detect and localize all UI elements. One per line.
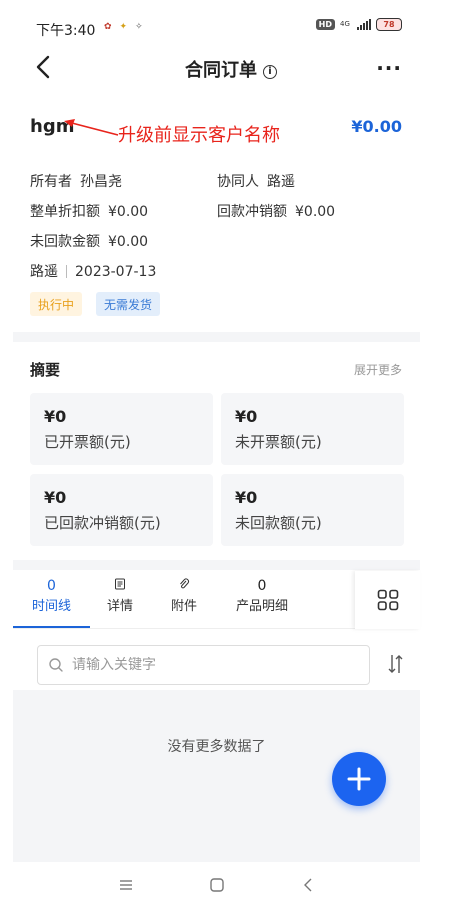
discount-label: 整单折扣额 [30,204,100,220]
search-input[interactable] [72,657,352,673]
tab-details[interactable]: 详情 [95,578,145,614]
annotation-text: 升级前显示客户名称 [118,125,280,146]
sort-icon [388,655,403,673]
create-date: 2023-07-13 [75,264,157,280]
back-nav-icon[interactable] [300,876,318,894]
search-icon [49,658,63,672]
divider [66,265,67,278]
page-title-text: 合同订单 [185,60,257,81]
status-system-icons: HD 4G 78 [315,18,402,31]
info-icon[interactable]: i [263,65,277,79]
collaborator-value: 路遥 [267,174,295,190]
summary-card-value: ¥0 [44,488,67,507]
notification-icon: ✿ [104,22,112,32]
paperclip-icon [159,578,209,594]
unpaid-field: 未回款金额 ¥0.00 [30,231,148,251]
writeoff-field: 回款冲销额 ¥0.00 [217,201,335,221]
creator-date-row: 路遥 2023-07-13 [30,261,156,281]
writeoff-value: ¥0.00 [295,204,336,220]
tab-count: 0 [47,578,56,594]
grid-icon [377,589,398,611]
status-time: 下午3:40 [36,23,96,39]
summary-card-label: 已回款冲销额(元) [44,514,161,532]
summary-card-paid-writeoff: ¥0 已回款冲销额(元) [30,474,213,546]
collaborator-field: 协同人 路遥 [217,171,295,191]
tab-product-details[interactable]: 0 产品明细 [228,578,296,614]
status-bar: 下午3:40 ✿ ✦ ✧ HD 4G 78 [0,0,462,44]
owner-value: 孙昌尧 [80,174,122,190]
tab-count: 0 [257,578,267,594]
summary-card-label: 未开票额(元) [235,433,322,451]
section-divider [13,332,420,342]
contract-amount: ¥0.00 [351,117,402,136]
sort-button[interactable] [386,652,406,680]
summary-card-label: 已开票额(元) [44,433,131,451]
document-icon [95,578,145,594]
collaborator-label: 协同人 [217,174,259,190]
add-button[interactable] [332,752,386,806]
summary-card-uninvoiced: ¥0 未开票额(元) [221,393,404,465]
tab-label: 时间线 [31,599,71,614]
tab-label: 附件 [170,599,197,614]
tab-label: 详情 [106,599,133,614]
hd-icon: HD [315,19,335,30]
tab-timeline[interactable]: 0 时间线 [13,578,90,614]
owner-label: 所有者 [30,174,72,190]
tabs-divider [13,628,355,629]
unpaid-label: 未回款金额 [30,234,100,250]
summary-title: 摘要 [30,361,61,379]
owner-field: 所有者 孙昌尧 [30,171,122,191]
summary-card-value: ¥0 [235,407,258,426]
notification-icon: ✧ [135,22,143,32]
summary-card-value: ¥0 [235,488,258,507]
system-nav-bar [0,862,462,910]
annotation-arrow [64,119,119,136]
tab-grid-button[interactable] [355,571,420,629]
writeoff-label: 回款冲销额 [217,204,287,220]
summary-card-invoiced: ¥0 已开票额(元) [30,393,213,465]
notification-icon: ✦ [119,22,128,32]
discount-field: 整单折扣额 ¥0.00 [30,201,148,221]
plus-icon [347,767,371,791]
more-menu-button[interactable]: ··· [376,56,402,80]
section-divider [13,560,420,570]
detail-tabs: 0 时间线 详情 附件 0 产品明细 [13,578,355,630]
unpaid-value: ¥0.00 [108,234,149,250]
status-badge-running: 执行中 [30,292,83,316]
status-badge-no-shipping: 无需发货 [96,292,161,316]
tab-attachments[interactable]: 附件 [159,578,209,614]
summary-card-unpaid: ¥0 未回款额(元) [221,474,404,546]
search-box [37,645,370,685]
summary-card-value: ¥0 [44,407,67,426]
status-notification-icons: ✿ ✦ ✧ [104,22,143,32]
discount-value: ¥0.00 [108,204,149,220]
creator-name: 路遥 [30,264,58,280]
signal-icon [357,19,371,30]
home-icon[interactable] [208,876,226,894]
tab-label: 产品明细 [235,599,288,614]
app-header: 合同订单 i ··· [0,44,462,94]
expand-more-link[interactable]: 展开更多 [354,361,402,378]
battery-icon: 78 [376,18,402,31]
menu-icon[interactable] [117,876,135,894]
summary-card-label: 未回款额(元) [235,514,322,532]
network-type: 4G [340,20,350,28]
